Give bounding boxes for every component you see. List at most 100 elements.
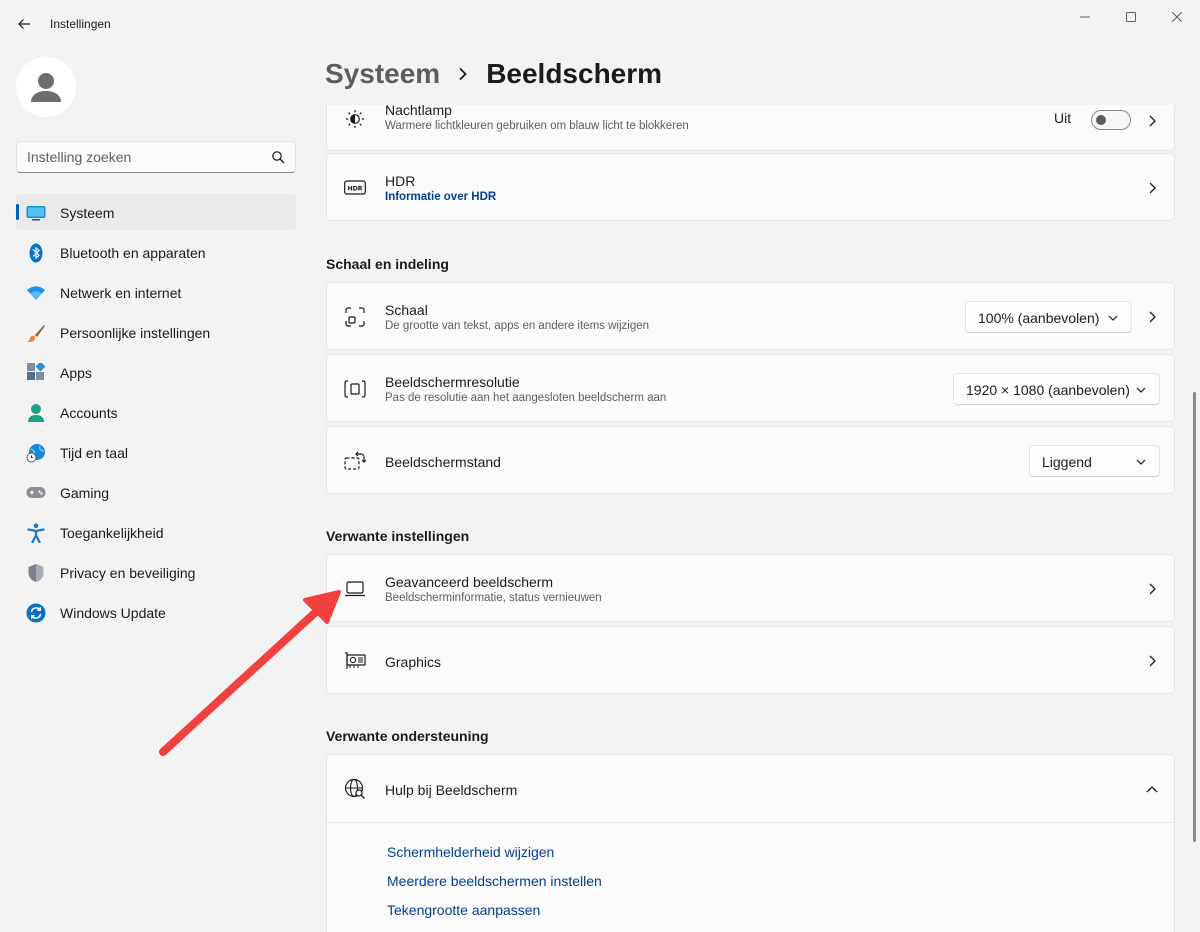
back-button[interactable] — [14, 14, 34, 34]
apps-icon — [26, 363, 46, 383]
globe-help-icon — [344, 778, 366, 800]
hdr-icon: HDR — [344, 177, 366, 199]
nightlight-subtitle: Warmere lichtkleuren gebruiken om blauw … — [385, 120, 689, 132]
toggle-knob — [1096, 115, 1106, 125]
user-avatar-icon — [31, 73, 61, 102]
resolution-dropdown-value: 1920 × 1080 (aanbevolen) — [966, 382, 1130, 398]
section-title-related-support: Verwante ondersteuning — [326, 728, 489, 744]
orientation-dropdown-value: Liggend — [1042, 454, 1092, 470]
orientation-dropdown[interactable]: Liggend — [1029, 445, 1160, 477]
chevron-right-icon — [1146, 182, 1158, 194]
orientation-title: Beeldschermstand — [385, 454, 501, 470]
sidebar-item-label: Toegankelijkheid — [60, 525, 164, 541]
help-link-multiple-displays[interactable]: Meerdere beeldschermen instellen — [387, 873, 602, 889]
resolution-subtitle: Pas de resolutie aan het aangesloten bee… — [385, 392, 667, 404]
orientation-icon — [344, 450, 366, 472]
maximize-button[interactable] — [1118, 8, 1144, 26]
chevron-down-icon — [1135, 384, 1147, 396]
sidebar-item-systeem[interactable]: Systeem — [16, 194, 296, 230]
close-button[interactable] — [1164, 8, 1190, 26]
sidebar-item-windows-update[interactable]: Windows Update — [16, 594, 296, 630]
advanced-display-subtitle: Beeldscherminformatie, status vernieuwen — [385, 592, 602, 604]
resolution-icon — [344, 378, 366, 400]
update-icon — [26, 603, 46, 623]
search-icon[interactable] — [271, 150, 285, 164]
sidebar-item-persoonlijk[interactable]: Persoonlijke instellingen — [16, 314, 296, 350]
hdr-card[interactable]: HDR HDR Informatie over HDR — [326, 153, 1175, 221]
search-input[interactable] — [17, 142, 265, 172]
scale-title: Schaal — [385, 302, 428, 318]
shield-icon — [26, 563, 46, 583]
help-display-header[interactable]: Hulp bij Beeldscherm — [327, 755, 1174, 823]
system-icon — [26, 203, 46, 223]
minimize-button[interactable] — [1072, 8, 1098, 26]
sidebar-item-label: Persoonlijke instellingen — [60, 325, 211, 341]
sidebar-item-label: Windows Update — [60, 605, 166, 621]
sidebar-item-apps[interactable]: Apps — [16, 354, 296, 390]
sidebar-item-accounts[interactable]: Accounts — [16, 394, 296, 430]
chevron-up-icon[interactable] — [1146, 783, 1158, 795]
advanced-display-title: Geavanceerd beeldscherm — [385, 574, 554, 590]
app-title: Instellingen — [50, 17, 111, 31]
sidebar-item-label: Apps — [60, 365, 92, 381]
laptop-icon — [344, 578, 366, 600]
sidebar-item-gaming[interactable]: Gaming — [16, 474, 296, 510]
scrollbar-thumb[interactable] — [1193, 392, 1196, 842]
resolution-dropdown[interactable]: 1920 × 1080 (aanbevolen) — [953, 373, 1160, 405]
search-box[interactable] — [16, 141, 296, 173]
resolution-title: Beeldschermresolutie — [385, 374, 520, 390]
nightlight-card[interactable]: Nachtlamp Warmere lichtkleuren gebruiken… — [326, 105, 1175, 151]
orientation-card: Beeldschermstand Liggend — [326, 426, 1175, 494]
scale-subtitle: De grootte van tekst, apps en andere ite… — [385, 320, 650, 332]
scale-icon — [344, 306, 366, 328]
svg-text:HDR: HDR — [347, 186, 362, 193]
chevron-right-icon — [1146, 583, 1158, 595]
scale-dropdown[interactable]: 100% (aanbevolen) — [965, 301, 1132, 333]
settings-content[interactable]: Nachtlamp Warmere lichtkleuren gebruiken… — [326, 105, 1176, 932]
sidebar-item-label: Accounts — [60, 405, 118, 421]
page-title: Beeldscherm — [486, 58, 663, 89]
minimize-icon — [1080, 16, 1090, 18]
scale-card[interactable]: Schaal De grootte van tekst, apps en and… — [326, 282, 1175, 350]
globe-clock-icon — [26, 443, 46, 463]
section-title-scale: Schaal en indeling — [326, 256, 449, 272]
graphics-card[interactable]: Graphics — [326, 626, 1175, 694]
nightlight-toggle[interactable] — [1091, 110, 1131, 130]
section-title-related-settings: Verwante instellingen — [326, 528, 470, 544]
sidebar-item-toegankelijkheid[interactable]: Toegankelijkheid — [16, 514, 296, 550]
scale-dropdown-value: 100% (aanbevolen) — [978, 310, 1100, 326]
close-icon — [1172, 12, 1182, 22]
sidebar-item-label: Bluetooth en apparaten — [60, 245, 206, 261]
chevron-down-icon — [1135, 456, 1147, 468]
hdr-info-link[interactable]: Informatie over HDR — [385, 191, 496, 203]
sidebar-item-label: Gaming — [60, 485, 110, 501]
hdr-title: HDR — [385, 173, 416, 189]
nightlight-state-label: Uit — [1054, 110, 1072, 126]
chevron-right-icon — [458, 67, 468, 81]
sidebar-item-netwerk[interactable]: Netwerk en internet — [16, 274, 296, 310]
maximize-icon — [1126, 12, 1136, 22]
wifi-icon — [26, 283, 46, 303]
help-link-brightness[interactable]: Schermhelderheid wijzigen — [387, 844, 554, 860]
sidebar-item-bluetooth[interactable]: Bluetooth en apparaten — [16, 234, 296, 270]
nightlight-icon — [344, 108, 366, 130]
back-arrow-icon — [18, 19, 30, 29]
graphics-title: Graphics — [385, 654, 442, 670]
graphics-card-icon — [344, 650, 366, 672]
help-display-title: Hulp bij Beeldscherm — [385, 782, 518, 798]
sidebar-item-tijd[interactable]: Tijd en taal — [16, 434, 296, 470]
chevron-right-icon — [1146, 115, 1158, 127]
sidebar-item-label: Netwerk en internet — [60, 285, 182, 301]
avatar[interactable] — [16, 57, 76, 117]
nightlight-title: Nachtlamp — [385, 105, 452, 118]
help-display-card: Hulp bij Beeldscherm Schermhelderheid wi… — [326, 754, 1175, 932]
breadcrumb: Systeem Beeldscherm — [325, 58, 662, 90]
advanced-display-card[interactable]: Geavanceerd beeldscherm Beeldscherminfor… — [326, 554, 1175, 622]
help-link-font-size[interactable]: Tekengrootte aanpassen — [387, 902, 540, 918]
sidebar-item-label: Systeem — [60, 205, 115, 221]
sidebar-item-label: Tijd en taal — [60, 445, 128, 461]
resolution-card: Beeldschermresolutie Pas de resolutie aa… — [326, 354, 1175, 422]
sidebar-item-privacy[interactable]: Privacy en beveiliging — [16, 554, 296, 590]
breadcrumb-parent[interactable]: Systeem — [325, 58, 440, 90]
sidebar-nav: Systeem Bluetooth en apparaten Netwerk e… — [16, 194, 296, 634]
